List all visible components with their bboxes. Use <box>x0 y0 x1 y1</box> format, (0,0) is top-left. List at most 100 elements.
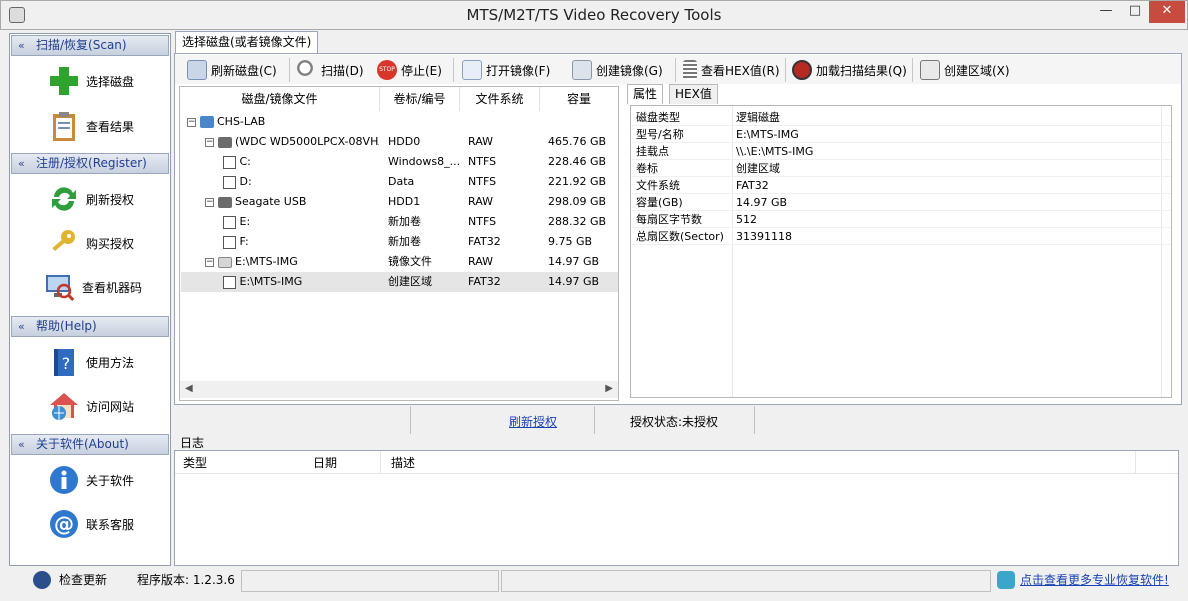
tree-row[interactable]: F: 新加卷 FAT32 9.75 GB <box>181 232 618 252</box>
disk-tree[interactable]: 磁盘/镜像文件 卷标/编号 文件系统 容量 − CHS-LAB − (WDC WD… <box>179 86 619 401</box>
computer-icon <box>199 116 214 128</box>
column-header-filesystem[interactable]: 文件系统 <box>460 87 540 111</box>
tree-row[interactable]: E:\MTS-IMG 创建区域 FAT32 14.97 GB <box>181 272 618 292</box>
sidebar-item-machine-code[interactable]: 查看机器码 <box>44 270 164 304</box>
property-key: 总扇区数(Sector) <box>636 230 724 243</box>
tree-row-name-cell: − (WDC WD5000LPCX-08VHA <box>205 132 379 152</box>
tab-properties[interactable]: 属性 <box>627 84 664 104</box>
refresh-disk-icon <box>187 60 207 80</box>
computer-search-icon <box>46 275 75 301</box>
sidebar-item-website[interactable]: 访问网站 <box>48 389 168 423</box>
tree-row[interactable]: − Seagate USB HDD1 RAW 298.09 GB <box>181 192 618 212</box>
tree-row-size: 228.46 GB <box>548 155 607 168</box>
tree-row-label: 新加卷 <box>388 215 421 228</box>
collapse-toggle-icon[interactable]: − <box>205 137 214 147</box>
sidebar-section-scan[interactable]: «扫描/恢复(Scan) <box>11 35 169 56</box>
log-label: 日志 <box>180 436 205 450</box>
collapse-toggle-icon[interactable]: − <box>187 117 196 127</box>
refresh-license-link[interactable]: 刷新授权 <box>509 413 557 430</box>
sidebar-section-register[interactable]: «注册/授权(Register) <box>11 153 169 174</box>
sidebar-item-refresh-license[interactable]: 刷新授权 <box>48 182 168 216</box>
load-scan-results-button[interactable]: 加载扫描结果(Q) <box>792 58 907 82</box>
sidebar-item-usage[interactable]: ? 使用方法 <box>48 345 168 379</box>
toolbar-separator <box>912 58 913 82</box>
tab-hex[interactable]: HEX值 <box>669 84 718 104</box>
view-hex-button[interactable]: 查看HEX值(R) <box>683 58 780 82</box>
open-image-button[interactable]: 打开镜像(F) <box>462 58 550 82</box>
partition-checkbox[interactable] <box>223 215 236 229</box>
partition-checkbox[interactable] <box>223 175 236 189</box>
property-value: 逻辑磁盘 <box>736 111 780 124</box>
status-cell <box>501 570 991 592</box>
properties-grid: 磁盘类型 逻辑磁盘 型号/名称 E:\MTS-IMG 挂载点 \\.\E:\MTS-IMG… <box>630 105 1172 398</box>
sidebar-item-about[interactable]: 关于软件 <box>48 463 168 497</box>
tree-row[interactable]: D: Data NTFS 221.92 GB <box>181 172 618 192</box>
update-icon <box>33 571 51 589</box>
tree-row[interactable]: E: 新加卷 NTFS 288.32 GB <box>181 212 618 232</box>
create-image-button[interactable]: 创建镜像(G) <box>572 58 663 82</box>
create-region-icon <box>920 60 940 80</box>
log-header-description[interactable]: 描述 <box>391 454 415 471</box>
sidebar-item-buy-license[interactable]: 购买授权 <box>48 226 168 260</box>
sidebar-section-help[interactable]: «帮助(Help) <box>11 316 169 337</box>
tree-row-size: 9.75 GB <box>548 235 593 248</box>
property-key: 容量(GB) <box>636 196 683 209</box>
tree-row[interactable]: C: Windows8_... NTFS 228.46 GB <box>181 152 618 172</box>
sidebar-item-view-results[interactable]: 查看结果 <box>48 109 168 143</box>
column-header-size[interactable]: 容量 <box>540 87 618 111</box>
sidebar-item-contact[interactable]: @ 联系客服 <box>48 507 168 541</box>
sidebar-section-about[interactable]: «关于软件(About) <box>11 434 169 455</box>
collapse-toggle-icon[interactable]: − <box>205 257 214 267</box>
tree-row-name-cell: − Seagate USB <box>205 192 379 212</box>
refresh-disk-button[interactable]: 刷新磁盘(C) <box>187 58 277 82</box>
sidebar-item-select-disk[interactable]: 选择磁盘 <box>48 64 168 98</box>
column-header-disk[interactable]: 磁盘/镜像文件 <box>180 87 380 111</box>
partition-checkbox[interactable] <box>223 155 236 169</box>
window-title: MTS/M2T/TS Video Recovery Tools <box>466 6 722 24</box>
log-list[interactable]: 类型 日期 描述 <box>174 450 1179 566</box>
collapse-chevron-icon: « <box>18 438 25 451</box>
tree-row[interactable]: − CHS-LAB <box>181 112 618 132</box>
tree-row-label: Data <box>388 175 415 188</box>
tree-row-name: CHS-LAB <box>217 115 266 128</box>
tree-row-label: 镜像文件 <box>388 255 432 268</box>
maximize-button[interactable]: □ <box>1121 1 1149 23</box>
image-file-icon <box>217 256 232 268</box>
scroll-left-icon[interactable]: ◀ <box>185 383 193 394</box>
stop-button[interactable]: STOP 停止(E) <box>377 58 442 82</box>
tree-horizontal-scrollbar[interactable]: ◀ ▶ <box>180 381 618 398</box>
tree-row[interactable]: − E:\MTS-IMG 镜像文件 RAW 14.97 GB <box>181 252 618 272</box>
tree-row-size: 465.76 GB <box>548 135 607 148</box>
property-key: 文件系统 <box>636 179 680 192</box>
column-header-label[interactable]: 卷标/编号 <box>380 87 460 111</box>
tree-row-fs: NTFS <box>468 215 497 228</box>
create-region-button[interactable]: 创建区域(X) <box>920 58 1010 82</box>
tree-row-name: E:\MTS-IMG <box>239 275 303 288</box>
scroll-right-icon[interactable]: ▶ <box>605 383 613 394</box>
divider <box>380 451 381 473</box>
property-value: 31391118 <box>736 230 792 243</box>
log-header-type[interactable]: 类型 <box>183 454 207 471</box>
tree-row-label: Windows8_... <box>388 155 460 168</box>
stop-sign-icon: STOP <box>377 60 397 80</box>
tree-row-fs: RAW <box>468 255 493 268</box>
property-value: E:\MTS-IMG <box>736 128 799 141</box>
title-bar: MTS/M2T/TS Video Recovery Tools — □ ✕ <box>0 0 1188 30</box>
partition-checkbox[interactable] <box>223 275 236 289</box>
divider <box>754 406 755 434</box>
collapse-toggle-icon[interactable]: − <box>205 197 214 207</box>
tab-select-disk[interactable]: 选择磁盘(或者镜像文件) <box>175 31 319 53</box>
scan-button[interactable]: 扫描(D) <box>297 58 364 82</box>
property-key: 型号/名称 <box>636 128 684 141</box>
svg-text:?: ? <box>62 354 71 373</box>
close-button[interactable]: ✕ <box>1149 1 1185 23</box>
partition-checkbox[interactable] <box>223 235 236 249</box>
tree-row[interactable]: − (WDC WD5000LPCX-08VHA HDD0 RAW 465.76 GB <box>181 132 618 152</box>
tree-row-label: 新加卷 <box>388 235 421 248</box>
license-strip: 刷新授权 授权状态:未授权 <box>174 406 1182 434</box>
promo-link[interactable]: 点击查看更多专业恢复软件! <box>993 570 1183 592</box>
minimize-button[interactable]: — <box>1091 1 1121 23</box>
check-update-button[interactable]: 检查更新 <box>9 570 127 592</box>
log-header-date[interactable]: 日期 <box>313 454 337 471</box>
status-bar: 检查更新 程序版本: 1.2.3.6 点击查看更多专业恢复软件! <box>9 568 1183 594</box>
